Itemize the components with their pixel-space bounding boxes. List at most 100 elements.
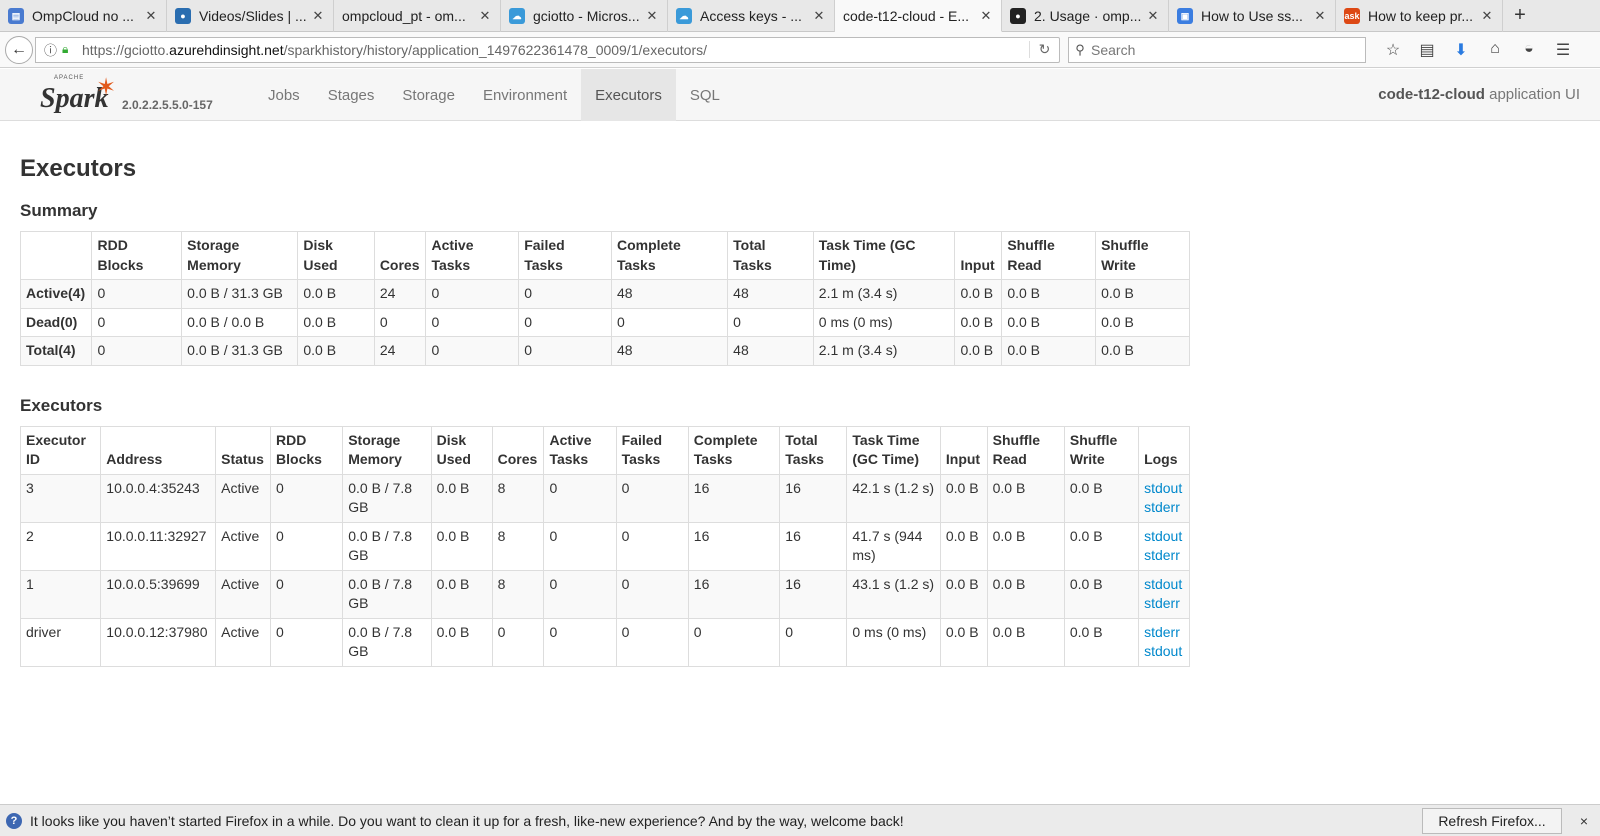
summary-column-header[interactable] bbox=[19, 231, 93, 280]
summary-column-header[interactable]: Active Tasks bbox=[425, 231, 520, 280]
executors-column-header[interactable]: Active Tasks bbox=[543, 425, 617, 475]
table-cell: 0 bbox=[687, 617, 781, 667]
tab-close-icon[interactable]: ✕ bbox=[144, 8, 158, 24]
logs-cell: stdout stderr bbox=[1138, 521, 1190, 571]
nav-tab-environment[interactable]: Environment bbox=[469, 69, 581, 121]
spark-logo[interactable]: APACHE Spark ✶ bbox=[40, 73, 120, 117]
nav-tab-sql[interactable]: SQL bbox=[676, 69, 734, 121]
executors-column-header[interactable]: Disk Used bbox=[430, 425, 493, 475]
tab-title: gciotto - Micros... bbox=[533, 8, 640, 24]
summary-column-header[interactable]: Cores bbox=[373, 231, 427, 280]
tab-title: How to Use ss... bbox=[1201, 8, 1303, 24]
table-row: 1 10.0.0.5:39699 Active 0 0.0 B / 7.8 GB 0.0 … bbox=[19, 569, 1190, 619]
reading-list-icon[interactable]: ▤ bbox=[1410, 40, 1444, 60]
browser-tab[interactable]: ● Videos/Slides | ... ✕ bbox=[167, 0, 334, 32]
tab-close-icon[interactable]: ✕ bbox=[1313, 8, 1327, 24]
executors-heading: Executors bbox=[20, 395, 103, 415]
summary-column-header[interactable]: Complete Tasks bbox=[610, 231, 729, 280]
browser-tab[interactable]: ▣ How to Use ss... ✕ bbox=[1169, 0, 1336, 32]
executors-column-header[interactable]: Complete Tasks bbox=[687, 425, 781, 475]
browser-tab[interactable]: ompcloud_pt - om... ✕ bbox=[334, 0, 501, 32]
executors-column-header[interactable]: Total Tasks bbox=[779, 425, 848, 475]
executors-column-header[interactable]: Address bbox=[100, 425, 217, 475]
summary-column-header[interactable]: Shuffle Read bbox=[1001, 231, 1097, 280]
drupal-favicon-icon: ● bbox=[175, 8, 191, 24]
new-tab-button[interactable]: + bbox=[1503, 0, 1537, 31]
executors-column-header[interactable]: Executor ID bbox=[19, 425, 102, 475]
executors-column-header[interactable]: Shuffle Read bbox=[986, 425, 1065, 475]
search-bar[interactable]: ⚲ Search bbox=[1068, 36, 1366, 63]
summary-column-header[interactable]: Total Tasks bbox=[727, 231, 814, 280]
executors-column-header[interactable]: Status bbox=[215, 425, 272, 475]
tab-title: OmpCloud no ... bbox=[32, 8, 134, 24]
back-button[interactable]: ← bbox=[5, 35, 33, 64]
bookmark-favicon-icon: ▣ bbox=[1177, 8, 1193, 24]
url-text[interactable]: https://gciotto.azurehdinsight.net/spark… bbox=[78, 42, 1029, 58]
tab-close-icon[interactable]: ✕ bbox=[812, 8, 826, 24]
summary-column-header[interactable]: Failed Tasks bbox=[518, 231, 612, 280]
tab-close-icon[interactable]: ✕ bbox=[1146, 8, 1160, 24]
tab-close-icon[interactable]: ✕ bbox=[979, 8, 993, 24]
executors-column-header[interactable]: Task Time (GC Time) bbox=[846, 425, 941, 475]
log-link-stderr[interactable]: stderr bbox=[1144, 594, 1184, 614]
summary-cell: 48 bbox=[610, 336, 729, 366]
logs-cell: stdout stderr bbox=[1138, 473, 1190, 523]
browser-tab[interactable]: code-t12-cloud - E... ✕ bbox=[835, 0, 1002, 32]
nav-tab-storage[interactable]: Storage bbox=[388, 69, 469, 121]
executors-column-header[interactable]: Storage Memory bbox=[342, 425, 432, 475]
download-icon[interactable]: ⬇ bbox=[1444, 40, 1478, 60]
tab-close-icon[interactable]: ✕ bbox=[645, 8, 659, 24]
reload-icon[interactable]: ↻ bbox=[1029, 41, 1059, 58]
table-cell: 0.0 B bbox=[939, 569, 988, 619]
log-link-stdout[interactable]: stdout bbox=[1144, 575, 1184, 595]
log-link-stderr[interactable]: stderr bbox=[1144, 623, 1184, 643]
nav-tab-jobs[interactable]: Jobs bbox=[254, 69, 314, 121]
summary-cell: 0 bbox=[91, 279, 183, 309]
bookmark-star-icon[interactable]: ☆ bbox=[1376, 40, 1410, 60]
tab-close-icon[interactable]: ✕ bbox=[478, 8, 492, 24]
summary-column-header[interactable]: Shuffle Write bbox=[1095, 231, 1190, 280]
log-link-stderr[interactable]: stderr bbox=[1144, 498, 1184, 518]
refresh-firefox-button[interactable]: Refresh Firefox... bbox=[1422, 807, 1562, 834]
tab-close-icon[interactable]: ✕ bbox=[311, 8, 325, 24]
url-bar[interactable]: ⓘ 🔒︎ https://gciotto.azurehdinsight.net/… bbox=[35, 36, 1060, 63]
summary-column-header[interactable]: Task Time (GC Time) bbox=[812, 231, 956, 280]
nav-tab-stages[interactable]: Stages bbox=[314, 69, 389, 121]
executors-column-header[interactable]: Shuffle Write bbox=[1063, 425, 1140, 475]
nav-tab-executors[interactable]: Executors bbox=[581, 69, 676, 121]
executors-column-header[interactable]: Failed Tasks bbox=[615, 425, 689, 475]
summary-column-header[interactable]: Storage Memory bbox=[181, 231, 299, 280]
summary-column-header[interactable]: Input bbox=[954, 231, 1003, 280]
browser-tab[interactable]: ● 2. Usage · omp... ✕ bbox=[1002, 0, 1169, 32]
log-link-stdout[interactable]: stdout bbox=[1144, 642, 1184, 662]
table-cell: Active bbox=[215, 473, 272, 523]
info-icon[interactable]: ⓘ bbox=[44, 40, 62, 59]
browser-tab[interactable]: ☁ gciotto - Micros... ✕ bbox=[501, 0, 668, 32]
summary-column-header[interactable]: RDD Blocks bbox=[91, 231, 183, 280]
askubuntu-icon: ask bbox=[1344, 8, 1360, 24]
home-icon[interactable]: ⌂ bbox=[1478, 40, 1512, 60]
help-question-icon: ? bbox=[6, 812, 22, 829]
log-link-stderr[interactable]: stderr bbox=[1144, 546, 1184, 566]
summary-column-header[interactable]: Disk Used bbox=[297, 231, 375, 280]
tab-close-icon[interactable]: ✕ bbox=[1480, 8, 1494, 24]
browser-tab[interactable]: ☁ Access keys - ... ✕ bbox=[668, 0, 835, 32]
browser-tab[interactable]: ask How to keep pr... ✕ bbox=[1336, 0, 1503, 32]
log-link-stdout[interactable]: stdout bbox=[1144, 479, 1184, 499]
summary-cell: 0.0 B bbox=[1001, 307, 1097, 337]
table-cell: 16 bbox=[687, 473, 781, 523]
executors-column-header[interactable]: RDD Blocks bbox=[270, 425, 344, 475]
menu-icon[interactable]: ☰ bbox=[1546, 40, 1580, 60]
close-icon[interactable]: × bbox=[1574, 813, 1594, 829]
summary-cell: 0 bbox=[91, 307, 183, 337]
pocket-icon[interactable]: ◒ bbox=[1512, 40, 1546, 60]
summary-cell: 0 ms (0 ms) bbox=[812, 307, 956, 337]
executors-column-header[interactable]: Cores bbox=[491, 425, 545, 475]
summary-cell: 0.0 B bbox=[297, 279, 375, 309]
table-cell: 3 bbox=[19, 473, 102, 523]
log-link-stdout[interactable]: stdout bbox=[1144, 527, 1184, 547]
executors-column-header[interactable]: Input bbox=[939, 425, 988, 475]
browser-tab[interactable]: ▤ OmpCloud no ... ✕ bbox=[0, 0, 167, 32]
tab-title: 2. Usage · omp... bbox=[1034, 8, 1142, 24]
table-cell: 16 bbox=[779, 569, 848, 619]
